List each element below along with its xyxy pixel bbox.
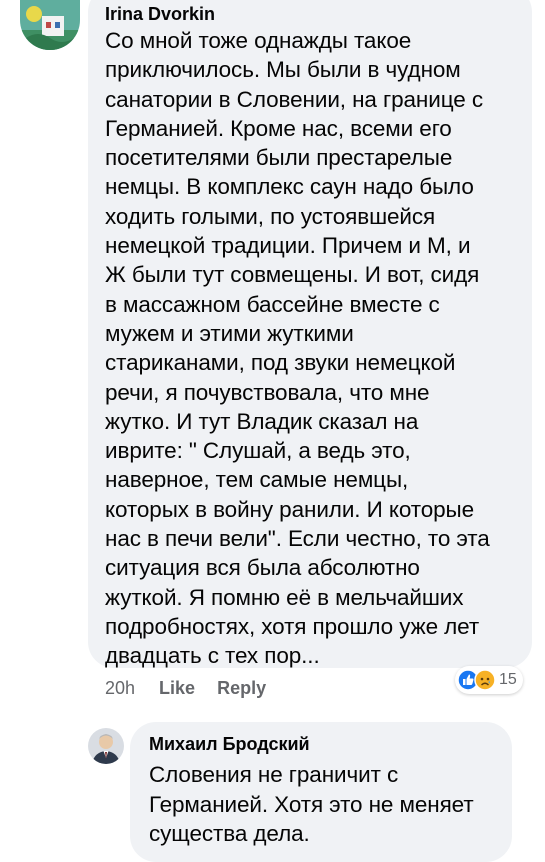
reactions-summary[interactable]: 15 [455, 666, 523, 694]
sad-reaction-icon [474, 669, 496, 691]
reply-button[interactable]: Reply [217, 678, 266, 699]
reaction-count: 15 [499, 671, 517, 688]
comment-text: Словения не граничит с Германией. Хотя э… [149, 762, 474, 846]
avatar[interactable] [88, 728, 124, 764]
like-button[interactable]: Like [159, 678, 195, 699]
comment-timestamp[interactable]: 20h [105, 678, 135, 699]
comment-author[interactable]: Irina Dvorkin [105, 4, 215, 25]
comment-text: Со мной тоже однажды такое приключилось.… [105, 28, 490, 669]
comment-actions: 20h Like Reply [105, 676, 288, 700]
comment-author[interactable]: Михаил Бродский [149, 734, 310, 755]
avatar[interactable] [20, 0, 80, 50]
